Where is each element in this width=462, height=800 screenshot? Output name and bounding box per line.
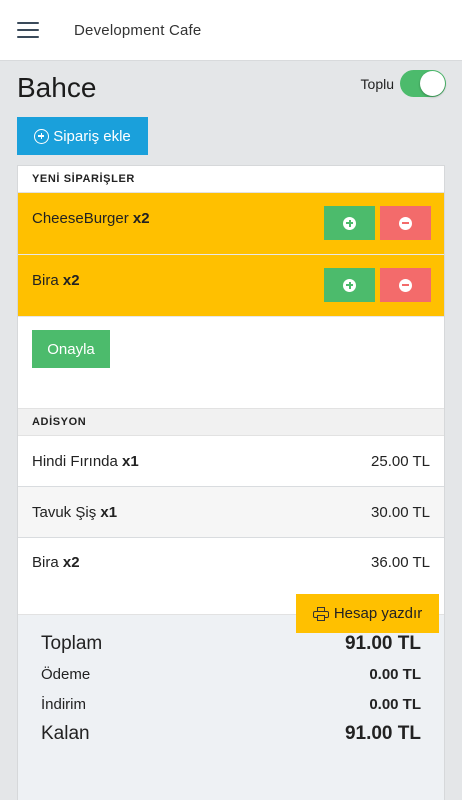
new-order-item-qty: x2 [62,272,80,289]
bill-item-name: Hindi Fırında [32,452,118,470]
total-value: 91.00 TL [344,633,421,654]
bill-item-qty: x1 [100,503,118,521]
bill-row: Tavuk Şiş x1 30.00 TL [18,487,444,538]
bulk-toggle-group: Toplu [361,70,446,97]
discount-value: 0.00 TL [369,695,421,713]
add-order-label: Sipariş ekle [53,127,131,145]
decrease-qty-button[interactable] [380,268,431,302]
bulk-toggle-switch[interactable] [400,70,446,97]
bill-item-price: 25.00 TL [371,452,430,470]
new-orders-header: YENİ SİPARİŞLER [18,166,444,193]
remaining-label: Kalan [41,723,90,744]
new-order-item-name: CheeseBurger [32,210,129,227]
plus-circle-icon [343,278,356,292]
add-order-button[interactable]: Sipariş ekle [17,117,148,155]
payment-value: 0.00 TL [369,665,421,683]
plus-circle-icon [343,216,356,230]
new-order-item: Bira x2 [18,255,444,317]
minus-circle-icon [399,216,412,230]
menu-icon[interactable] [17,22,39,38]
remaining-value: 91.00 TL [344,723,421,744]
plus-circle-icon [34,128,50,144]
increase-qty-button[interactable] [324,268,375,302]
printer-icon [312,606,329,621]
new-order-item-name: Bira [32,272,59,289]
print-bill-label: Hesap yazdır [333,605,423,622]
new-order-item-qty: x2 [132,210,150,227]
payment-label: Ödeme [41,665,91,683]
bill-item-name: Tavuk Şiş [32,503,97,521]
bill-item-name: Bira [32,554,59,571]
print-bill-button[interactable]: Hesap yazdır [296,594,439,633]
table-orders-card: YENİ SİPARİŞLER CheeseBurger x2 Bira x2 … [17,165,445,800]
bill-summary: Toplam 91.00 TL Ödeme 0.00 TL İndirim 0.… [18,615,444,800]
toggle-knob [420,71,445,96]
decrease-qty-button[interactable] [380,206,431,240]
payment-row: Ödeme 0.00 TL [41,659,421,689]
remaining-row: Kalan 91.00 TL [41,719,421,749]
bill-item-qty: x1 [122,452,139,470]
top-app-bar: Development Cafe [0,0,462,61]
total-label: Toplam [41,633,103,654]
discount-label: İndirim [41,695,87,713]
bill-item-price: 36.00 TL [371,554,430,571]
app-title: Development Cafe [74,21,202,39]
confirm-area: Onayla [18,317,444,409]
bill-row: Hindi Fırında x1 25.00 TL [18,436,444,487]
discount-row: İndirim 0.00 TL [41,689,421,719]
bill-item-qty: x2 [62,554,80,571]
minus-circle-icon [399,278,412,292]
page-title: Bahce [17,72,97,103]
bill-header: ADİSYON [18,409,444,436]
increase-qty-button[interactable] [324,206,375,240]
bulk-toggle-label: Toplu [360,75,394,92]
new-order-item: CheeseBurger x2 [18,193,444,255]
confirm-button[interactable]: Onayla [32,330,110,368]
total-row: Toplam 91.00 TL [41,629,421,659]
bill-item-price: 30.00 TL [371,503,430,521]
